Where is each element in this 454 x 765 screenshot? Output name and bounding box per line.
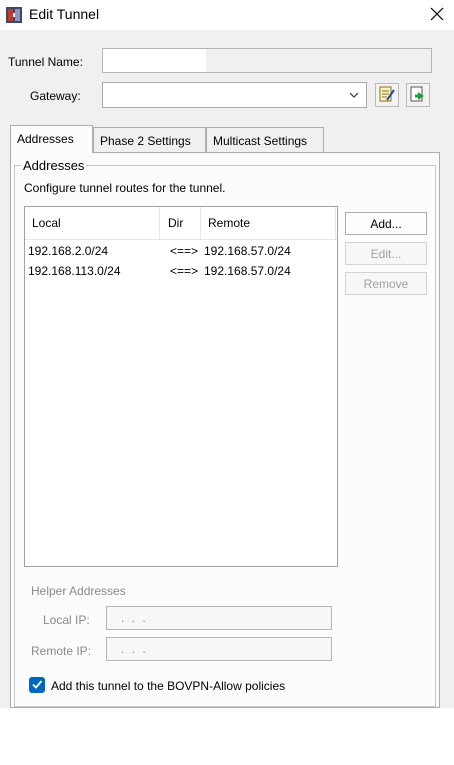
cell-remote: 192.168.57.0/24: [204, 264, 291, 278]
column-header-dir[interactable]: Dir: [168, 216, 183, 230]
column-divider[interactable]: [200, 207, 201, 240]
tunnel-name-input[interactable]: [103, 49, 206, 72]
tab-phase2-settings[interactable]: Phase 2 Settings: [93, 127, 206, 153]
tab-multicast-settings[interactable]: Multicast Settings: [206, 127, 324, 153]
edit-button[interactable]: Edit...: [345, 242, 427, 265]
gateway-select[interactable]: [102, 82, 367, 108]
cell-remote: 192.168.57.0/24: [204, 244, 291, 258]
title-bar: Edit Tunnel: [0, 0, 454, 30]
tunnel-app-icon: [6, 7, 22, 23]
remove-button[interactable]: Remove: [345, 272, 427, 295]
cell-dir: <==>: [170, 244, 199, 258]
add-gateway-button[interactable]: [406, 83, 430, 107]
tunnel-name-field[interactable]: [102, 48, 432, 73]
tab-addresses[interactable]: Addresses: [10, 125, 93, 153]
local-ip-label: Local IP:: [43, 613, 90, 627]
column-header-remote[interactable]: Remote: [208, 216, 250, 230]
window-title: Edit Tunnel: [29, 6, 100, 22]
edit-tunnel-dialog: Edit Tunnel Tunnel Name: Gateway: Addres…: [0, 0, 454, 765]
bovpn-allow-checkbox[interactable]: [29, 677, 45, 693]
helper-addresses-title: Helper Addresses: [31, 584, 126, 598]
bovpn-allow-label[interactable]: Add this tunnel to the BOVPN-Allow polic…: [51, 679, 285, 693]
add-gateway-icon: [409, 85, 427, 106]
add-button[interactable]: Add...: [345, 212, 427, 235]
column-divider: [335, 207, 336, 240]
close-icon: [430, 7, 444, 24]
cell-dir: <==>: [170, 264, 199, 278]
column-header-local[interactable]: Local: [32, 216, 61, 230]
close-button[interactable]: [420, 2, 454, 28]
remote-ip-label: Remote IP:: [31, 644, 92, 658]
tunnel-name-label: Tunnel Name:: [8, 55, 83, 69]
edit-gateway-icon: [378, 85, 396, 106]
table-row[interactable]: 192.168.2.0/24 <==> 192.168.57.0/24: [25, 241, 337, 261]
cell-local: 192.168.113.0/24: [28, 264, 121, 278]
edit-gateway-button[interactable]: [375, 83, 399, 107]
remote-ip-input[interactable]: . . .: [106, 637, 332, 661]
list-header: Local Dir Remote: [25, 207, 337, 240]
addresses-group-title: Addresses: [21, 158, 87, 173]
checkmark-icon: [31, 678, 43, 693]
table-row[interactable]: 192.168.113.0/24 <==> 192.168.57.0/24: [25, 261, 337, 281]
tunnel-routes-list[interactable]: Local Dir Remote 192.168.2.0/24 <==> 192…: [24, 206, 338, 567]
column-divider[interactable]: [159, 207, 160, 240]
local-ip-input[interactable]: . . .: [106, 606, 332, 630]
addresses-description: Configure tunnel routes for the tunnel.: [24, 181, 226, 195]
cell-local: 192.168.2.0/24: [28, 244, 109, 258]
chevron-down-icon: [348, 89, 360, 104]
gateway-label: Gateway:: [30, 89, 81, 103]
